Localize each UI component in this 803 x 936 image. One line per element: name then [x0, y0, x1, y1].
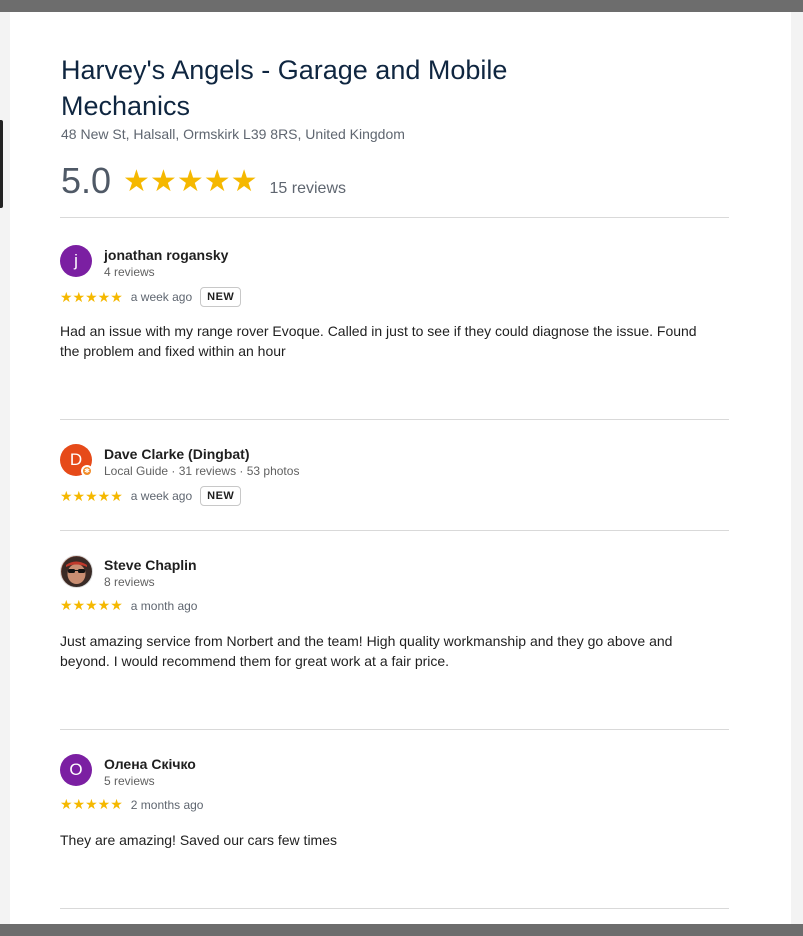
- avatar[interactable]: О: [60, 754, 92, 786]
- reviewer-name[interactable]: Олена Скічко: [104, 756, 196, 772]
- divider: [60, 908, 729, 909]
- review-stars-icon: ★★★★★: [60, 597, 123, 613]
- review-stars-icon: ★★★★★: [60, 487, 123, 504]
- review-stars-icon: ★★★★★: [60, 796, 123, 812]
- divider: [60, 419, 729, 420]
- review-time: a week ago: [130, 290, 193, 304]
- reviewer-name[interactable]: Dave Clarke (Dingbat): [104, 446, 249, 462]
- reviewer-name[interactable]: jonathan rogansky: [104, 247, 228, 263]
- rating-value: 5.0: [61, 160, 112, 201]
- place-header: Harvey's Angels - Garage and Mobile Mech…: [61, 52, 581, 142]
- reviewer-stats: Local Guide · 31 reviews · 53 photos: [104, 464, 300, 478]
- reviewer-stats: 8 reviews: [104, 575, 155, 589]
- review-text: They are amazing! Saved our cars few tim…: [60, 832, 338, 848]
- reviewer-name[interactable]: Steve Chaplin: [104, 557, 197, 573]
- divider: [60, 530, 729, 531]
- rating-stars-icon: ★★★★★: [123, 165, 258, 198]
- rating-summary: 5.0 ★★★★★ 15 reviews: [61, 160, 346, 202]
- review-text: Had an issue with my range rover Evoque.…: [60, 323, 697, 359]
- review-time: a month ago: [130, 598, 198, 613]
- local-guide-badge-icon: ✱: [81, 465, 93, 477]
- avatar-photo[interactable]: [60, 555, 93, 588]
- review-time: a week ago: [130, 489, 193, 503]
- reviewer-stats: 4 reviews: [104, 265, 155, 279]
- review-time: 2 months ago: [130, 797, 204, 812]
- new-badge: NEW: [200, 287, 242, 307]
- review-meta: ★★★★★ a month ago: [60, 597, 197, 614]
- new-badge: NEW: [200, 486, 242, 506]
- review-meta: ★★★★★ a week ago NEW: [60, 287, 242, 307]
- place-title: Harvey's Angels - Garage and Mobile Mech…: [61, 55, 508, 121]
- avatar[interactable]: j: [60, 245, 92, 277]
- review-stars-icon: ★★★★★: [60, 288, 123, 305]
- review-meta: ★★★★★ 2 months ago: [60, 796, 203, 813]
- divider: [60, 217, 729, 218]
- background-edge: [0, 120, 3, 208]
- review-meta: ★★★★★ a week ago NEW: [60, 486, 242, 506]
- review-text: Just amazing service from Norbert and th…: [60, 633, 673, 669]
- reviewer-stats: 5 reviews: [104, 774, 155, 788]
- avatar-letter: D: [69, 450, 83, 469]
- avatar[interactable]: D ✱: [60, 444, 93, 477]
- profile-photo-icon: [61, 556, 92, 587]
- reviews-dialog: Harvey's Angels - Garage and Mobile Mech…: [10, 12, 791, 924]
- place-address: 48 New St, Halsall, Ormskirk L39 8RS, Un…: [61, 126, 405, 142]
- divider: [60, 729, 729, 730]
- review-count: 15 reviews: [269, 180, 347, 197]
